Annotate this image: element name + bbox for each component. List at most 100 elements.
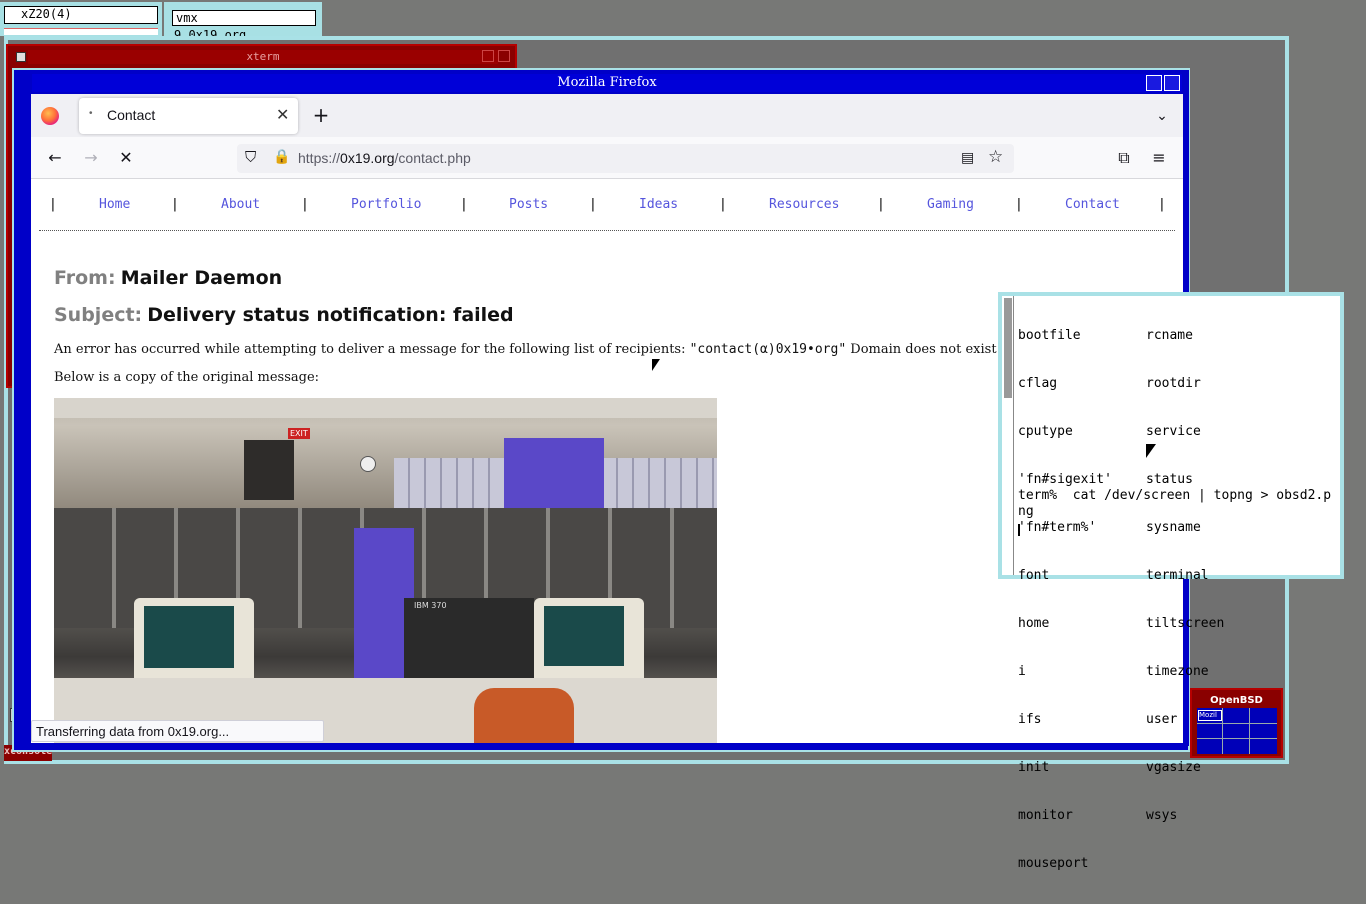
xterm-menu-icon[interactable] <box>16 52 26 62</box>
list-all-tabs-icon[interactable]: ⌄ <box>1152 106 1172 126</box>
xz20-window[interactable]: xZ20(4) <box>0 2 162 36</box>
vmx-window[interactable]: vmx 9 0x19.org <box>164 2 322 36</box>
hamburger-menu-icon[interactable]: ≡ <box>1149 148 1169 168</box>
xterm-titlebar[interactable]: xterm <box>28 50 498 64</box>
terminal-entry: vgasize <box>1146 760 1201 775</box>
nav-home-link[interactable]: Home <box>99 197 130 212</box>
nav-separator: | <box>171 197 179 212</box>
terminal-entry: wsys <box>1146 808 1178 823</box>
terminal-entry: home <box>1018 616 1050 631</box>
xterm-title: xterm <box>246 50 280 63</box>
terminal-entry: monitor <box>1018 808 1073 823</box>
back-button[interactable]: ← <box>45 148 65 168</box>
terminal-entry: cflag <box>1018 376 1058 391</box>
url-path: /contact.php <box>394 150 471 166</box>
forward-button[interactable]: → <box>81 148 101 168</box>
stop-loading-button[interactable]: ✕ <box>116 148 136 168</box>
terminal-entry: rootdir <box>1146 376 1201 391</box>
firefox-window-title: Mozilla Firefox <box>557 75 657 90</box>
nav-divider <box>39 230 1175 231</box>
photo-terminal-right <box>534 598 644 688</box>
terminal-window[interactable]: bootfile cflag cputype 'fn#sigexit' 'fn#… <box>998 292 1344 871</box>
lock-icon[interactable]: 🔒 <box>273 148 290 165</box>
subject-label: Subject: <box>54 304 143 326</box>
mainframe-photo: EXIT IBM 370 <box>54 398 717 743</box>
url-bar[interactable]: ⛉ 🔒 https://0x19.org/contact.php ▤ ☆ <box>237 144 1014 173</box>
terminal-entry: status <box>1146 472 1193 487</box>
terminal-entry: init <box>1018 760 1050 775</box>
nav-separator: | <box>460 197 468 212</box>
copy-line: Below is a copy of the original message: <box>54 370 320 385</box>
xterm-maximize-button[interactable] <box>498 50 510 62</box>
error-text: An error has occurred while attempting t… <box>54 342 997 357</box>
pager-window-thumb[interactable]: Mozil <box>1198 710 1222 721</box>
error-post: Domain does not exist <box>846 342 997 357</box>
terminal-entry: mouseport <box>1018 856 1089 871</box>
nav-portfolio-link[interactable]: Portfolio <box>351 197 421 212</box>
nav-separator: | <box>301 197 309 212</box>
nav-ideas-link[interactable]: Ideas <box>639 197 678 212</box>
nav-separator: | <box>1158 197 1166 212</box>
nav-resources-link[interactable]: Resources <box>769 197 839 212</box>
terminal-cursor <box>1018 524 1020 536</box>
nav-separator: | <box>589 197 597 212</box>
terminal-mouse-pointer-icon <box>1146 444 1156 458</box>
photo-ceiling <box>54 398 717 418</box>
terminal-entry: i <box>1018 664 1026 679</box>
photo-wall-panel <box>244 440 294 500</box>
error-pre: An error has occurred while attempting t… <box>54 342 690 357</box>
nav-separator: | <box>877 197 885 212</box>
terminal-entry: service <box>1146 424 1201 439</box>
from-label: From: <box>54 267 116 289</box>
xz20-strip <box>4 28 158 35</box>
url-host: 0x19.org <box>340 150 395 166</box>
mouse-pointer-icon <box>652 359 660 371</box>
firefox-titlebar[interactable]: Mozilla Firefox <box>32 74 1182 92</box>
new-tab-button[interactable]: + <box>310 105 332 125</box>
terminal-entry: font <box>1018 568 1050 583</box>
terminal-entry: ifs <box>1018 712 1042 727</box>
nav-gaming-link[interactable]: Gaming <box>927 197 974 212</box>
url-prefix: https:// <box>298 150 341 166</box>
terminal-body[interactable]: bootfile cflag cputype 'fn#sigexit' 'fn#… <box>1002 296 1340 871</box>
subject-value: Delivery status notification: failed <box>147 304 514 326</box>
photo-orange-chair <box>474 688 574 743</box>
tab-close-icon[interactable]: ✕ <box>276 105 289 125</box>
from-value: Mailer Daemon <box>120 267 283 289</box>
tracking-protection-icon[interactable]: ⛉ <box>245 149 256 166</box>
xz20-title: xZ20(4) <box>4 6 158 24</box>
terminal-scrollbar[interactable] <box>1002 296 1014 575</box>
reader-view-icon[interactable]: ▤ <box>961 149 974 166</box>
vmx-line: 9 0x19.org <box>174 28 247 36</box>
terminal-command-wrap: ng <box>1018 504 1034 519</box>
terminal-command: term% cat /dev/screen | topng > obsd2.p <box>1018 488 1332 503</box>
nav-separator: | <box>49 197 57 212</box>
terminal-entry: tiltscreen <box>1146 616 1225 631</box>
terminal-scroll-thumb[interactable] <box>1004 298 1012 398</box>
subject-line: Subject: Delivery status notification: f… <box>54 304 514 326</box>
pager-thumb-label: Mozil <box>1199 711 1217 719</box>
terminal-col1: bootfile cflag cputype 'fn#sigexit' 'fn#… <box>1018 296 1112 904</box>
pager-grid[interactable]: Mozil <box>1197 708 1277 754</box>
firefox-menu-icon[interactable] <box>41 107 59 125</box>
firefox-maximize-button[interactable] <box>1164 75 1180 91</box>
status-panel: Transferring data from 0x19.org... <box>31 720 324 742</box>
firefox-iconify-button[interactable] <box>1146 75 1162 91</box>
terminal-entry: timezone <box>1146 664 1209 679</box>
nav-posts-link[interactable]: Posts <box>509 197 548 212</box>
bookmark-star-icon[interactable]: ☆ <box>988 147 1003 167</box>
nav-separator: | <box>1015 197 1023 212</box>
nav-separator: | <box>719 197 727 212</box>
terminal-entry: 'fn#term%' <box>1018 520 1097 535</box>
xterm-iconify-button[interactable] <box>482 50 494 62</box>
photo-clock <box>360 456 376 472</box>
nav-about-link[interactable]: About <box>221 197 260 212</box>
nav-contact-link[interactable]: Contact <box>1065 197 1120 212</box>
desktop-pager[interactable]: OpenBSD Mozil <box>1190 688 1283 758</box>
extensions-icon[interactable]: ⧉ <box>1114 148 1134 168</box>
terminal-entry: 'fn#sigexit' <box>1018 472 1112 487</box>
url-text[interactable]: https://0x19.org/contact.php <box>298 150 471 166</box>
photo-ibm-label: IBM 370 <box>414 601 447 610</box>
tab-contact[interactable]: • Contact ✕ <box>79 98 298 134</box>
photo-screen-right <box>544 606 624 666</box>
